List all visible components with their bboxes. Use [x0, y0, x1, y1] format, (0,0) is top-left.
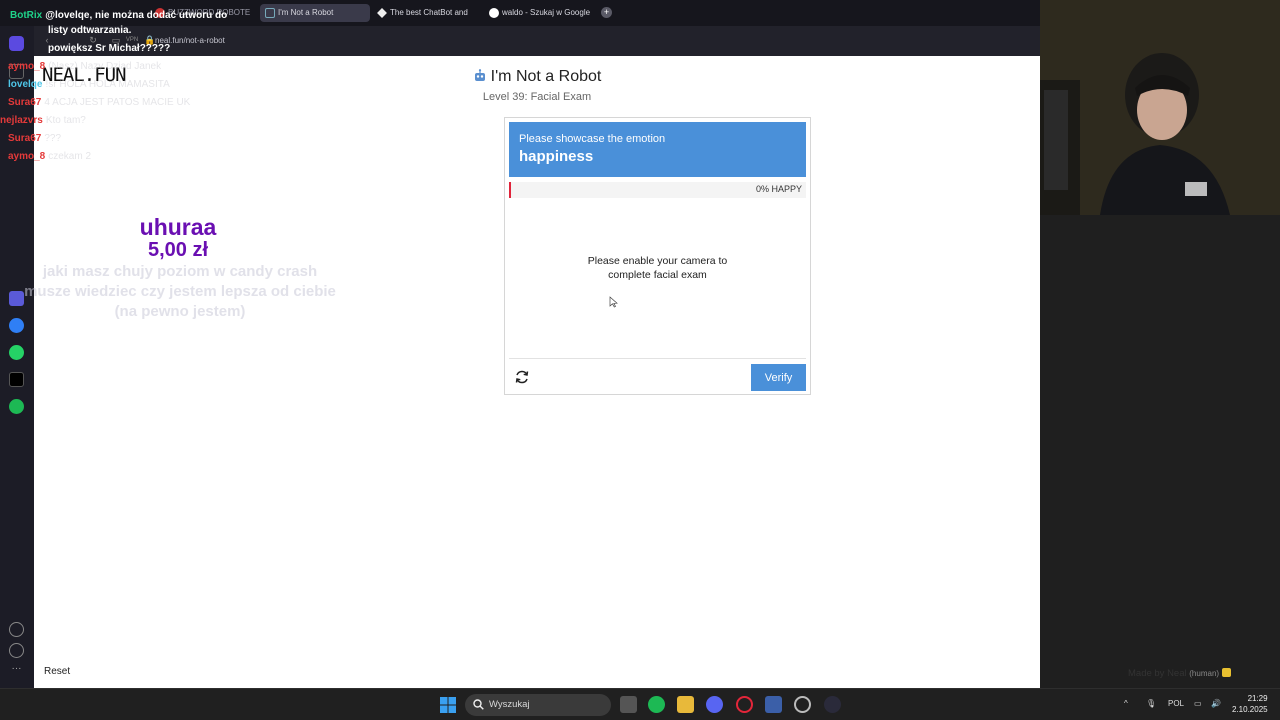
- language-indicator[interactable]: POL: [1168, 699, 1184, 708]
- tab-im-not-a-robot[interactable]: I'm Not a Robot: [260, 4, 370, 22]
- clock-date: 2.10.2025: [1232, 705, 1268, 714]
- web-page: NEAL.FUN I'm Not a Robot Level 39: Facia…: [34, 56, 1040, 688]
- chat-username: nejlazvrs: [0, 115, 43, 126]
- webcam-feed: [1040, 0, 1280, 215]
- refresh-icon[interactable]: [514, 369, 530, 385]
- chat-message: Sura67???: [8, 133, 61, 144]
- spotify-icon[interactable]: [9, 399, 24, 414]
- donation-message-line: musze wiedziec czy jestem lepsza od cieb…: [24, 283, 336, 300]
- chat-message: aymo_8 (Nasz) Nazy Dziad Janek: [8, 61, 161, 72]
- chat-message: powiększ Sr Michał?????: [48, 43, 170, 54]
- chat-text: (Nasz) Nazy Dziad Janek: [48, 61, 162, 72]
- clock-time: 21:29: [1247, 694, 1268, 703]
- tab-label: I'm Not a Robot: [278, 8, 334, 17]
- robot-icon: [474, 69, 485, 81]
- home-icon[interactable]: [9, 36, 24, 51]
- discord-icon[interactable]: [706, 696, 723, 713]
- happiness-meter-label: 0% HAPPY: [755, 184, 802, 194]
- new-tab-button[interactable]: +: [601, 7, 612, 18]
- chat-username: Sura67: [8, 133, 42, 144]
- donation-amount: 5,00 zł: [147, 239, 209, 261]
- made-by-human: (human): [1189, 669, 1220, 678]
- cursor-app-icon[interactable]: [765, 696, 782, 713]
- spotify-taskbar-icon[interactable]: [648, 696, 665, 713]
- card-divider: [509, 358, 806, 359]
- chat-message: listy odtwarzania.: [48, 25, 131, 36]
- tray-overflow-icon[interactable]: ^: [1124, 699, 1128, 708]
- google-favicon-icon: [489, 8, 499, 18]
- challenge-emotion: happiness: [519, 148, 594, 165]
- opera-icon[interactable]: [736, 696, 753, 713]
- chat-username: BotRix: [10, 10, 43, 21]
- chat-message: nejlazvrs Kto tam?: [0, 115, 86, 126]
- verify-button[interactable]: Verify: [751, 364, 806, 391]
- chat-text: !sr HOLA HOLA MAMASITA: [45, 79, 170, 90]
- happiness-meter: 0% HAPPY: [509, 182, 806, 198]
- camera-message-line: complete facial exam: [608, 269, 707, 281]
- chat-message: BotRix @lovelqe, nie można dodać utworu d…: [10, 10, 227, 21]
- more-icon[interactable]: ···: [9, 664, 24, 679]
- mouse-cursor-icon: [609, 296, 618, 308]
- whatsapp-icon[interactable]: [9, 345, 24, 360]
- x-twitter-icon[interactable]: [9, 372, 24, 387]
- streamer-webcam-image: [1040, 0, 1280, 215]
- search-icon: [473, 699, 484, 710]
- page-title-text: I'm Not a Robot: [490, 68, 602, 85]
- tab-label: The best ChatBot and: [390, 8, 468, 17]
- chat-username: aymo_8: [8, 151, 46, 162]
- camera-message-line: Please enable your camera to: [587, 255, 728, 267]
- donation-message-line: (na pewno jestem): [114, 303, 246, 320]
- volume-icon[interactable]: 🔊: [1211, 699, 1221, 708]
- robot-favicon-icon: [265, 8, 275, 18]
- microphone-icon[interactable]: 🎙: [1146, 699, 1156, 708]
- donation-name: uhuraa: [139, 214, 217, 240]
- captcha-card: Please showcase the emotion happiness 0%…: [504, 117, 811, 395]
- chat-message: Sura67 4 ACJA JEST PATOS MACIE UK: [8, 97, 190, 108]
- search-placeholder: Wyszukaj: [489, 699, 530, 710]
- chat-text: listy odtwarzania.: [48, 25, 132, 36]
- chat-message: aymo_8 czekam 2: [8, 151, 91, 162]
- donation-message-line: jaki masz chujy poziom w candy crash: [42, 263, 318, 280]
- task-view-icon[interactable]: [620, 696, 637, 713]
- audio-app-icon[interactable]: [824, 696, 841, 713]
- steam-icon[interactable]: [794, 696, 811, 713]
- made-by-credit[interactable]: Made by Neal (human): [1128, 668, 1232, 679]
- chat-username: lovelqe: [8, 79, 43, 90]
- donation-message: jaki masz chujy poziom w candy crash mus…: [0, 262, 360, 322]
- chat-message: lovelqe !sr HOLA HOLA MAMASITA: [8, 79, 170, 90]
- page-title: I'm Not a Robot: [34, 68, 1040, 86]
- chatbot-favicon-icon: [377, 8, 387, 18]
- history-icon[interactable]: [9, 643, 24, 658]
- chat-text: Kto tam?: [45, 115, 86, 126]
- reset-button[interactable]: Reset: [44, 666, 70, 677]
- challenge-header: Please showcase the emotion happiness: [509, 122, 806, 177]
- network-icon[interactable]: ▭: [1194, 699, 1202, 708]
- trophy-icon: [1222, 668, 1232, 677]
- chat-text: ???: [44, 133, 62, 144]
- system-clock[interactable]: 21:29 2.10.2025: [1232, 693, 1268, 715]
- challenge-prompt: Please showcase the emotion: [519, 133, 666, 145]
- tab-google-search[interactable]: waldo - Szukaj w Google: [484, 4, 596, 22]
- tab-chatbot[interactable]: The best ChatBot and: [372, 4, 482, 22]
- camera-message: Please enable your camera to complete fa…: [505, 254, 810, 282]
- made-by-text: Made by Neal: [1128, 668, 1187, 679]
- taskbar: Wyszukaj ^ 🎙 POL ▭ 🔊 21:29 2.10.2025: [0, 688, 1280, 720]
- chat-text: powiększ Sr Michał?????: [48, 43, 171, 54]
- chat-username: aymo_8: [8, 61, 46, 72]
- chat-username: Sura67: [8, 97, 42, 108]
- file-explorer-icon[interactable]: [677, 696, 694, 713]
- chat-text: @lovelqe, nie można dodać utworu do: [45, 10, 228, 21]
- taskbar-search[interactable]: Wyszukaj: [465, 694, 611, 716]
- chat-text: 4 ACJA JEST PATOS MACIE UK: [44, 97, 191, 108]
- tab-label: waldo - Szukaj w Google: [502, 8, 591, 17]
- windows-start-icon[interactable]: [440, 697, 456, 713]
- chat-text: czekam 2: [48, 151, 92, 162]
- happiness-meter-fill: [509, 182, 511, 198]
- heart-icon[interactable]: [9, 622, 24, 637]
